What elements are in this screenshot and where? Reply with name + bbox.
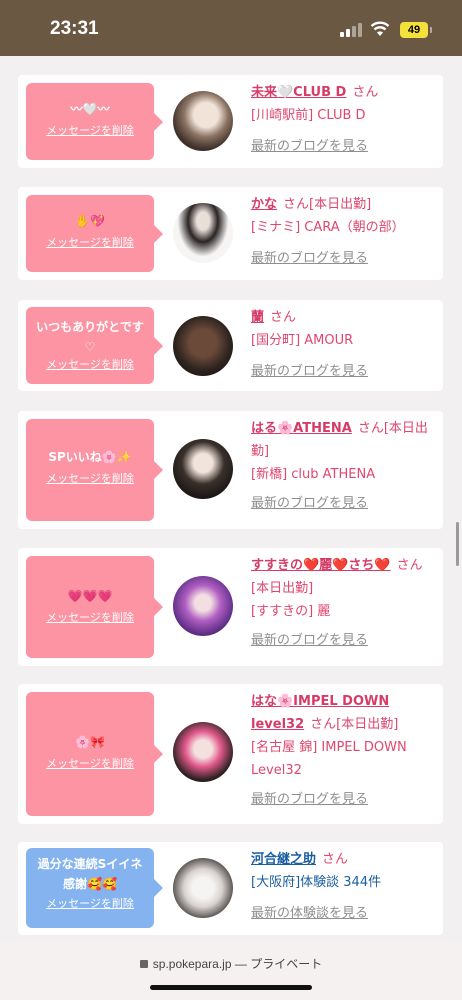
message-text: ✋💖 — [75, 214, 105, 228]
sender-info: すすきの❤️麗❤️さち❤️ さん[本日出勤] [すすきの] 麗 最新のブログを見る — [251, 554, 436, 652]
delete-message-link[interactable]: メッセージを削除 — [26, 123, 154, 139]
sender-info: はな🌸IMPEL DOWN level32 さん[本日出勤] [名古屋 錦] IM… — [251, 690, 436, 811]
url-display[interactable]: sp.pokepara.jp — プライベート — [0, 955, 462, 972]
shop-info: [新橋] club ATHENA — [251, 467, 376, 482]
url-separator: — — [234, 957, 247, 971]
avatar[interactable] — [173, 91, 233, 151]
message-bubble: ✋💖 メッセージを削除 — [26, 195, 163, 272]
avatar[interactable] — [173, 439, 233, 499]
sender-name-link[interactable]: すすきの❤️麗❤️さち❤️ — [251, 558, 391, 573]
latest-blog-link[interactable]: 最新のブログを見る — [251, 360, 436, 383]
list-item: 💗💗💗 メッセージを削除 すすきの❤️麗❤️さち❤️ さん[本日出勤] [すすきの… — [18, 548, 443, 666]
delete-message-link[interactable]: メッセージを削除 — [26, 357, 154, 373]
delete-message-link[interactable]: メッセージを削除 — [26, 756, 154, 772]
message-text: 〰🤍〰 — [70, 102, 110, 116]
sender-name-link[interactable]: 蘭 — [251, 310, 264, 325]
status-time: 23:31 — [50, 18, 99, 39]
latest-review-link[interactable]: 最新の体験談を見る — [251, 902, 436, 925]
message-text: 過分な連続Sイイネ感謝🥰🥰 — [37, 857, 143, 891]
message-text: 🌸🎀 — [75, 735, 105, 749]
sender-info: 河合継之助 さん [大阪府]体験談 344件 最新の体験談を見る — [251, 848, 436, 925]
sender-suffix: さん — [270, 310, 297, 325]
list-item: 過分な連続Sイイネ感謝🥰🥰 メッセージを削除 河合継之助 さん [大阪府]体験談 … — [18, 842, 443, 935]
avatar[interactable] — [173, 203, 233, 263]
message-bubble: 〰🤍〰 メッセージを削除 — [26, 83, 163, 160]
battery-icon: 49 — [400, 22, 428, 38]
wifi-icon — [370, 21, 390, 36]
latest-blog-link[interactable]: 最新のブログを見る — [251, 788, 436, 811]
message-bubble: 🌸🎀 メッセージを削除 — [26, 692, 163, 816]
shop-info: [国分町] AMOUR — [251, 333, 354, 348]
sender-info: はる🌸ATHENA さん[本日出勤] [新橋] club ATHENA 最新のブロ… — [251, 417, 436, 515]
sender-info: かな さん[本日出勤] [ミナミ] CARA（朝の部） 最新のブログを見る — [251, 193, 436, 270]
sender-name-link[interactable]: かな — [251, 197, 277, 212]
message-text: SPいいね🌸✨ — [48, 450, 132, 464]
sender-info: 蘭さん [国分町] AMOUR 最新のブログを見る — [251, 306, 436, 383]
private-mode-label: プライベート — [250, 957, 323, 971]
sender-name-link[interactable]: 河合継之助 — [251, 852, 316, 867]
sender-suffix: さん[本日出勤] — [310, 717, 399, 732]
sender-suffix: さん[本日出勤] — [283, 197, 372, 212]
avatar[interactable] — [173, 858, 233, 918]
list-item: ✋💖 メッセージを削除 かな さん[本日出勤] [ミナミ] CARA（朝の部） 最… — [18, 187, 443, 280]
home-indicator[interactable] — [150, 985, 312, 990]
sender-name-link[interactable]: 未来🤍CLUB D — [251, 85, 346, 100]
sender-suffix: さん — [352, 85, 379, 100]
shop-info: [すすきの] 麗 — [251, 604, 331, 619]
avatar[interactable] — [173, 316, 233, 376]
message-bubble: 過分な連続Sイイネ感謝🥰🥰 メッセージを削除 — [26, 848, 163, 928]
battery-tip — [430, 27, 432, 33]
shop-info: [ミナミ] CARA（朝の部） — [251, 220, 405, 235]
shop-info: [名古屋 錦] IMPEL DOWN Level32 — [251, 740, 407, 778]
review-info: [大阪府]体験談 344件 — [251, 875, 382, 890]
list-item: 〰🤍〰 メッセージを削除 未来🤍CLUB D さん [川崎駅前] CLUB D 最… — [18, 75, 443, 168]
delete-message-link[interactable]: メッセージを削除 — [26, 235, 154, 251]
message-bubble: いつもありがとです♡ メッセージを削除 — [26, 307, 163, 384]
delete-message-link[interactable]: メッセージを削除 — [26, 896, 154, 912]
lock-icon — [139, 960, 148, 968]
safari-url-bar[interactable]: sp.pokepara.jp — プライベート — [0, 940, 462, 1000]
sender-info: 未来🤍CLUB D さん [川崎駅前] CLUB D 最新のブログを見る — [251, 81, 436, 158]
sender-name-link[interactable]: はる🌸ATHENA — [251, 421, 352, 436]
list-item: SPいいね🌸✨ メッセージを削除 はる🌸ATHENA さん[本日出勤] [新橋] … — [18, 411, 443, 529]
sender-suffix: さん — [322, 852, 349, 867]
status-bar: 23:31 49 — [0, 0, 462, 56]
message-bubble: 💗💗💗 メッセージを削除 — [26, 556, 163, 658]
message-bubble: SPいいね🌸✨ メッセージを削除 — [26, 419, 163, 521]
url-domain: sp.pokepara.jp — [152, 957, 232, 971]
latest-blog-link[interactable]: 最新のブログを見る — [251, 135, 436, 158]
avatar[interactable] — [173, 576, 233, 636]
avatar[interactable] — [173, 722, 233, 782]
cellular-signal-icon — [340, 23, 362, 37]
list-item: 🌸🎀 メッセージを削除 はな🌸IMPEL DOWN level32 さん[本日出勤… — [18, 684, 443, 824]
message-text: いつもありがとです♡ — [36, 320, 144, 354]
latest-blog-link[interactable]: 最新のブログを見る — [251, 247, 436, 270]
latest-blog-link[interactable]: 最新のブログを見る — [251, 629, 436, 652]
delete-message-link[interactable]: メッセージを削除 — [26, 610, 154, 626]
list-item: いつもありがとです♡ メッセージを削除 蘭さん [国分町] AMOUR 最新のブ… — [18, 300, 443, 391]
message-text: 💗💗💗 — [67, 589, 113, 603]
latest-blog-link[interactable]: 最新のブログを見る — [251, 492, 436, 515]
message-feed[interactable]: 〰🤍〰 メッセージを削除 未来🤍CLUB D さん [川崎駅前] CLUB D 最… — [0, 56, 462, 940]
delete-message-link[interactable]: メッセージを削除 — [26, 471, 154, 487]
scrollbar-thumb[interactable] — [456, 522, 459, 566]
shop-info: [川崎駅前] CLUB D — [251, 108, 366, 123]
